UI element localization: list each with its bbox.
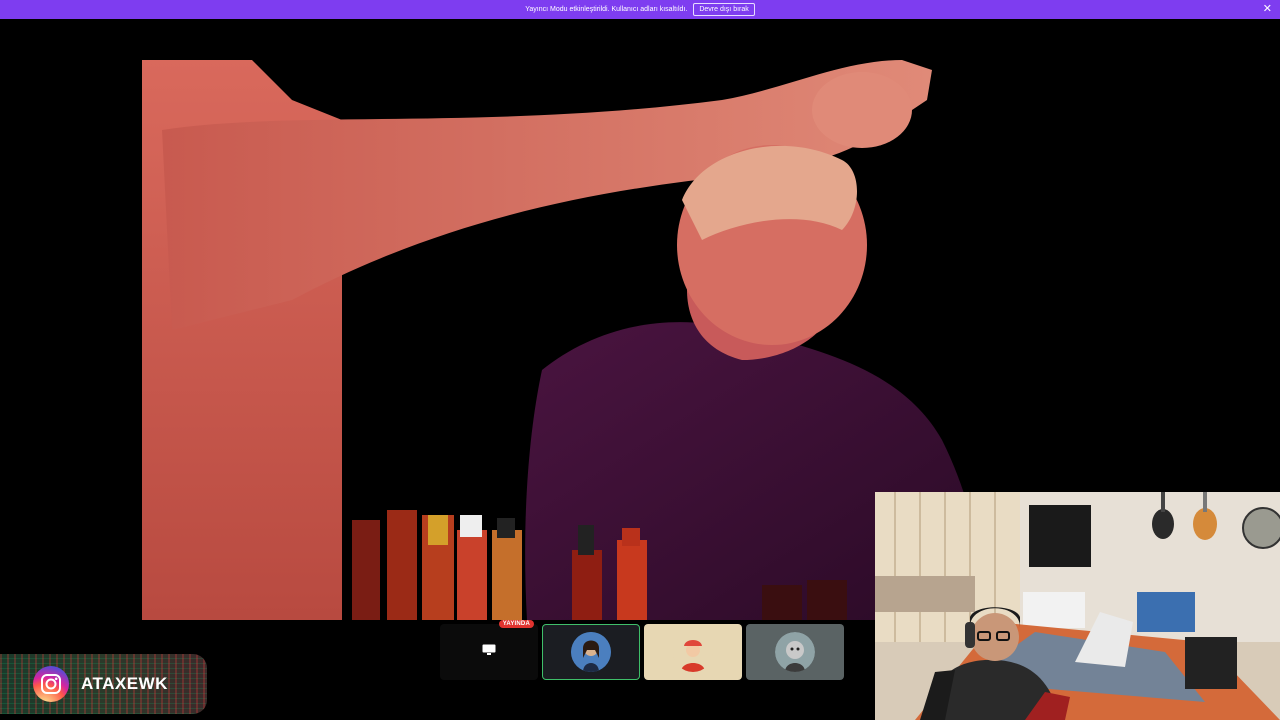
close-icon[interactable]: ✕ xyxy=(1263,3,1272,15)
instagram-overlay: ATAXEWK xyxy=(0,654,207,714)
avatar xyxy=(673,632,713,672)
instagram-icon xyxy=(33,666,69,702)
participant-tile[interactable] xyxy=(644,624,742,680)
instagram-handle: ATAXEWK xyxy=(81,674,168,693)
avatar xyxy=(571,632,611,672)
participant-tile[interactable] xyxy=(542,624,640,680)
avatar xyxy=(775,632,815,672)
monitor-icon xyxy=(482,643,496,661)
participant-tiles: YAYINDA xyxy=(440,620,844,680)
screen-share-tile[interactable]: YAYINDA xyxy=(440,620,538,680)
banner-message: Yayıncı Modu etkinleştirildi. Kullanıcı … xyxy=(525,6,688,13)
live-badge: YAYINDA xyxy=(498,620,534,628)
disable-streamer-mode-button[interactable]: Devre dışı bırak xyxy=(693,3,755,16)
participant-tile[interactable] xyxy=(746,624,844,680)
streamer-mode-banner: Yayıncı Modu etkinleştirildi. Kullanıcı … xyxy=(0,0,1280,19)
webcam-overlay xyxy=(875,492,1280,720)
stream-video[interactable] xyxy=(142,60,992,620)
